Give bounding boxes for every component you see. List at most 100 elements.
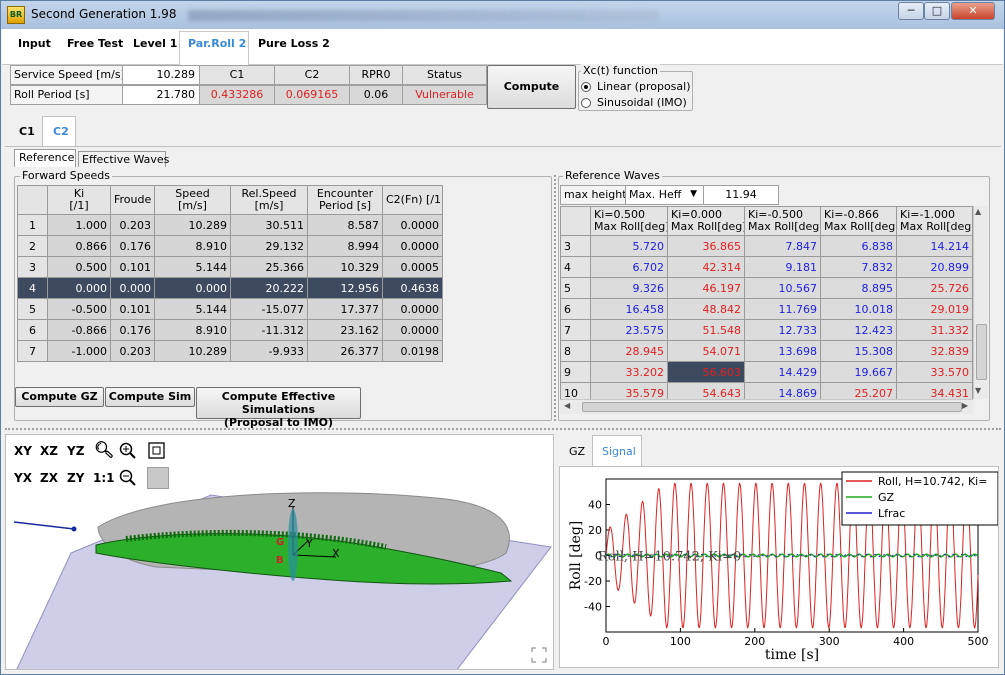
rw-cell[interactable]: 54.071: [667, 340, 745, 362]
rw-cell[interactable]: 5.720: [590, 235, 668, 257]
fs-cell[interactable]: 0.0198: [382, 340, 443, 362]
zoom-in-icon[interactable]: [119, 442, 137, 460]
fs-cell[interactable]: 25.366: [230, 256, 308, 278]
rw-cell[interactable]: 28.945: [590, 340, 668, 362]
fs-cell[interactable]: 0.203: [110, 214, 155, 236]
fs-cell[interactable]: 0.0005: [382, 256, 443, 278]
scroll-left-icon[interactable]: ◀: [564, 401, 570, 410]
fs-cell[interactable]: 0.0000: [382, 214, 443, 236]
cube-view-icon[interactable]: [147, 467, 169, 489]
fs-cell[interactable]: 0.101: [110, 298, 155, 320]
zoom-out-icon[interactable]: [119, 469, 137, 487]
fs-cell[interactable]: 0.000: [110, 277, 155, 299]
fs-row[interactable]: 2 0.866 0.176 8.910 29.132 8.994 0.0000: [17, 235, 443, 257]
compute-gz-button[interactable]: Compute GZ: [15, 387, 104, 407]
rw-cell[interactable]: 12.423: [820, 319, 897, 341]
rw-cell[interactable]: 14.429: [744, 361, 821, 383]
heff-dropdown[interactable]: Max. Heff ▼: [625, 185, 704, 205]
fs-cell[interactable]: -1.000: [47, 340, 111, 362]
fs-row-number[interactable]: 5: [17, 298, 48, 320]
tab-level-1[interactable]: Level 1: [133, 37, 177, 50]
fs-cell[interactable]: 1.000: [47, 214, 111, 236]
tab-free-test[interactable]: Free Test: [67, 37, 123, 50]
radio-linear[interactable]: [581, 82, 591, 92]
rw-cell[interactable]: 25.207: [820, 382, 897, 399]
fs-cell[interactable]: 0.000: [47, 277, 111, 299]
zoom-search-icon[interactable]: 🔍︎: [94, 440, 114, 459]
fs-cell[interactable]: 0.0000: [382, 235, 443, 257]
rw-cell[interactable]: 54.643: [667, 382, 745, 399]
rw-row-number[interactable]: 7: [560, 319, 591, 341]
compute-button[interactable]: Compute: [487, 65, 576, 109]
rw-row[interactable]: 10 35.579 54.643 14.869 25.207 34.431: [560, 382, 973, 399]
rw-cell[interactable]: 46.197: [667, 277, 745, 299]
rw-cell[interactable]: 23.575: [590, 319, 668, 341]
fs-cell[interactable]: 0.101: [110, 256, 155, 278]
view-xy-button[interactable]: XY: [14, 444, 32, 458]
service-speed-input[interactable]: 10.289: [122, 65, 200, 85]
fs-cell[interactable]: 5.144: [154, 298, 231, 320]
fs-cell[interactable]: 0.176: [110, 319, 155, 341]
tab-pure-loss-2[interactable]: Pure Loss 2: [258, 37, 330, 50]
rw-cell[interactable]: 32.839: [896, 340, 973, 362]
rw-row-number[interactable]: 9: [560, 361, 591, 383]
fs-row-number[interactable]: 2: [17, 235, 48, 257]
fs-row-number[interactable]: 6: [17, 319, 48, 341]
fs-cell[interactable]: -0.866: [47, 319, 111, 341]
fs-cell[interactable]: 29.132: [230, 235, 308, 257]
plot-tab-signal[interactable]: Signal: [602, 445, 636, 458]
view-xz-button[interactable]: XZ: [40, 444, 58, 458]
fs-cell[interactable]: 0.000: [154, 277, 231, 299]
fs-cell[interactable]: 20.222: [230, 277, 308, 299]
fs-cell[interactable]: 8.994: [307, 235, 383, 257]
fs-cell[interactable]: 10.289: [154, 340, 231, 362]
fs-cell[interactable]: -9.933: [230, 340, 308, 362]
radio-sinusoidal[interactable]: [581, 98, 591, 108]
rw-cell[interactable]: 10.018: [820, 298, 897, 320]
fs-cell[interactable]: 0.0000: [382, 298, 443, 320]
scroll-right-icon[interactable]: ▶: [962, 401, 968, 410]
rw-row[interactable]: 7 23.575 51.548 12.733 12.423 31.332: [560, 319, 973, 341]
rw-cell[interactable]: 51.548: [667, 319, 745, 341]
rw-cell[interactable]: 14.214: [896, 235, 973, 257]
rw-row[interactable]: 4 6.702 42.314 9.181 7.832 20.899: [560, 256, 973, 278]
rw-cell[interactable]: 13.698: [744, 340, 821, 362]
horizontal-splitter[interactable]: [5, 428, 1001, 431]
rw-row[interactable]: 5 9.326 46.197 10.567 8.895 25.726: [560, 277, 973, 299]
fs-cell[interactable]: 0.176: [110, 235, 155, 257]
rw-cell[interactable]: 42.314: [667, 256, 745, 278]
rw-vscroll-thumb[interactable]: [976, 324, 987, 380]
rw-hscroll-thumb[interactable]: [582, 402, 962, 412]
rw-row[interactable]: 6 16.458 48.842 11.769 10.018 29.019: [560, 298, 973, 320]
minimize-button[interactable]: ─: [898, 2, 924, 20]
rw-row-number[interactable]: 6: [560, 298, 591, 320]
fs-row[interactable]: 4 0.000 0.000 0.000 20.222 12.956 0.4638: [17, 277, 443, 299]
fs-cell[interactable]: 30.511: [230, 214, 308, 236]
fs-cell[interactable]: 0.203: [110, 340, 155, 362]
rw-row-number[interactable]: 3: [560, 235, 591, 257]
fs-cell[interactable]: 23.162: [307, 319, 383, 341]
zoom-fit-icon[interactable]: [148, 442, 166, 460]
rw-cell[interactable]: 31.332: [896, 319, 973, 341]
fs-cell[interactable]: 0.866: [47, 235, 111, 257]
rw-cell[interactable]: 33.570: [896, 361, 973, 383]
rw-row-number[interactable]: 10: [560, 382, 591, 399]
fs-cell[interactable]: 10.329: [307, 256, 383, 278]
rw-cell[interactable]: 10.567: [744, 277, 821, 299]
rw-cell[interactable]: 8.895: [820, 277, 897, 299]
rw-cell[interactable]: 36.865: [667, 235, 745, 257]
rw-cell[interactable]: 25.726: [896, 277, 973, 299]
fs-cell[interactable]: 0.4638: [382, 277, 443, 299]
tab-par-roll-2[interactable]: Par.Roll 2: [188, 37, 246, 50]
tab-input[interactable]: Input: [18, 37, 51, 50]
rw-cell[interactable]: 14.869: [744, 382, 821, 399]
fs-row[interactable]: 5 -0.500 0.101 5.144 -15.077 17.377 0.0000: [17, 298, 443, 320]
rw-cell[interactable]: 11.769: [744, 298, 821, 320]
fs-row[interactable]: 1 1.000 0.203 10.289 30.511 8.587 0.0000: [17, 214, 443, 236]
rw-cell[interactable]: 15.308: [820, 340, 897, 362]
view-zy-button[interactable]: ZY: [67, 471, 84, 485]
rw-cell[interactable]: 33.202: [590, 361, 668, 383]
subtab-c2[interactable]: C2: [53, 125, 69, 138]
rw-cell[interactable]: 16.458: [590, 298, 668, 320]
rw-cell[interactable]: 48.842: [667, 298, 745, 320]
